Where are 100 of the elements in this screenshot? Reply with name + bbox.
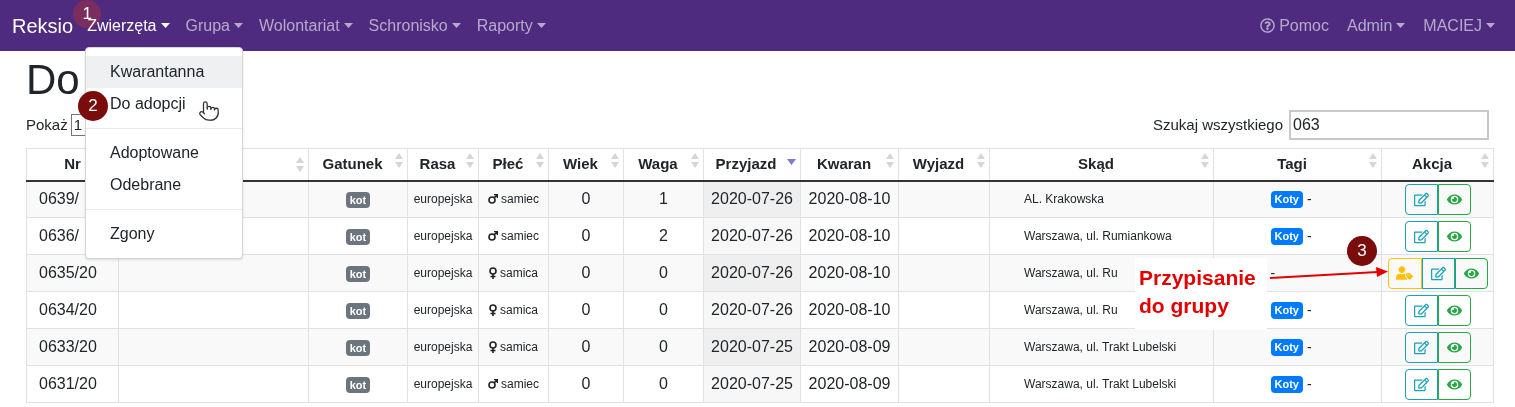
assign-group-button[interactable]: [1387, 257, 1422, 289]
caret-icon: [343, 23, 353, 28]
view-button[interactable]: [1437, 183, 1471, 215]
column-header[interactable]: Tagi: [1213, 148, 1382, 181]
table-cell: 0: [623, 365, 704, 403]
sort-descending-icon[interactable]: [787, 159, 796, 165]
caret-icon: [451, 23, 461, 28]
sort-icon[interactable]: [395, 153, 403, 168]
table-cell: europejska: [407, 365, 479, 403]
table-cell: 2020-08-10: [800, 254, 899, 292]
species-badge: kot: [345, 340, 371, 356]
nav-menu[interactable]: Grupa: [177, 13, 251, 38]
male-icon: [488, 231, 498, 241]
view-button[interactable]: [1437, 331, 1471, 363]
species-badge: kot: [345, 266, 371, 282]
view-button[interactable]: [1437, 368, 1471, 400]
edit-button[interactable]: [1404, 294, 1438, 326]
tag-badge: Koty: [1270, 301, 1303, 319]
female-icon: [489, 267, 497, 279]
column-header[interactable]: Waga: [623, 148, 704, 181]
column-header[interactable]: Wyjazd: [898, 148, 990, 181]
species-badge: kot: [345, 229, 371, 245]
brand-name[interactable]: Reksio: [12, 10, 74, 41]
column-header[interactable]: Płeć: [478, 148, 549, 181]
column-header[interactable]: Gatunek: [308, 148, 408, 181]
sort-icon[interactable]: [977, 153, 985, 168]
table-cell: 2020-08-10: [800, 180, 899, 218]
table-cell: 2020-08-10: [800, 217, 899, 255]
sort-icon[interactable]: [296, 156, 304, 172]
search-field[interactable]: 063: [1289, 110, 1489, 140]
table-cell: 0: [548, 328, 624, 366]
sex-label: samiec: [501, 376, 539, 393]
tag-note: -: [1306, 300, 1312, 320]
table-cell: europejska: [407, 328, 479, 366]
table-cell: 2020-07-25: [703, 328, 801, 366]
edit-icon: [1413, 228, 1429, 244]
column-header[interactable]: Rasa: [407, 148, 479, 181]
help-link[interactable]: Pomoc: [1252, 13, 1337, 38]
edit-button[interactable]: [1404, 368, 1438, 400]
view-button[interactable]: [1437, 220, 1471, 252]
table-cell: 2020-08-09: [800, 365, 899, 403]
column-header[interactable]: Akcja: [1381, 148, 1494, 181]
tag-note: -: [1270, 263, 1276, 283]
species-badge: kot: [345, 192, 371, 209]
edit-button[interactable]: [1404, 331, 1438, 363]
tag-badge: Koty: [1270, 190, 1303, 208]
caret-icon: [536, 23, 546, 28]
column-header[interactable]: Skąd: [989, 148, 1214, 181]
sex-label: samica: [500, 339, 538, 356]
user-tag-icon: [1396, 266, 1413, 280]
table-cell: 0: [548, 254, 624, 292]
menu-item[interactable]: Zgony: [86, 218, 242, 250]
nav-menu[interactable]: Schronisko: [360, 13, 469, 38]
menu-item[interactable]: Odebrane: [86, 169, 242, 201]
page-title: Do: [26, 55, 80, 105]
view-button[interactable]: [1454, 257, 1488, 289]
column-header[interactable]: Kwaran: [800, 148, 899, 181]
table-cell: 0: [548, 180, 624, 218]
nav-menu[interactable]: Admin: [1338, 13, 1414, 38]
table-cell: 0634/20: [26, 291, 119, 329]
table-cell: europejska: [407, 180, 479, 218]
view-button[interactable]: [1437, 294, 1471, 326]
edit-icon: [1413, 302, 1429, 318]
column-header[interactable]: Przyjazd: [703, 148, 801, 181]
table-cell: europejska: [407, 217, 479, 255]
nav-menu[interactable]: MACIEJ: [1415, 13, 1503, 38]
table-cell: 0: [548, 217, 624, 255]
table-cell: 0: [623, 328, 704, 366]
sex-label: samica: [500, 302, 538, 319]
menu-item[interactable]: Adoptowane: [86, 137, 242, 169]
sort-icon[interactable]: [691, 153, 699, 168]
sex-label: samica: [500, 265, 538, 282]
sort-icon[interactable]: [611, 153, 619, 168]
sort-icon[interactable]: [466, 153, 474, 168]
edit-icon: [1413, 191, 1429, 207]
sort-icon[interactable]: [886, 153, 894, 168]
edit-button[interactable]: [1404, 183, 1438, 215]
edit-button[interactable]: [1421, 257, 1455, 289]
tag-badge: Koty: [1270, 227, 1303, 245]
tag-badge: Koty: [1270, 375, 1303, 393]
help-icon: [1260, 18, 1276, 33]
sort-icon[interactable]: [536, 153, 544, 168]
nav-menu[interactable]: Wolontariat: [250, 13, 361, 38]
table-cell: AL. Krakowska: [989, 180, 1214, 218]
sort-icon[interactable]: [1481, 153, 1489, 168]
nav-menu[interactable]: Raporty: [468, 13, 554, 38]
edit-button[interactable]: [1404, 220, 1438, 252]
table-cell: 2020-07-26: [703, 217, 801, 255]
sort-icon[interactable]: [1201, 153, 1209, 168]
table-cell: 0: [548, 365, 624, 403]
table-cell: 2020-07-26: [703, 291, 801, 329]
female-icon: [489, 304, 497, 316]
menu-item[interactable]: Kwarantanna: [86, 56, 242, 88]
table-cell: 0: [623, 291, 704, 329]
hand-cursor-icon: [198, 98, 220, 124]
tag-note: -: [1306, 226, 1312, 246]
caret-icon: [160, 23, 170, 28]
table-cell: Warszawa, ul. Rumiankowa: [989, 217, 1214, 255]
column-header[interactable]: Wiek: [548, 148, 624, 181]
sort-icon[interactable]: [1369, 153, 1377, 168]
